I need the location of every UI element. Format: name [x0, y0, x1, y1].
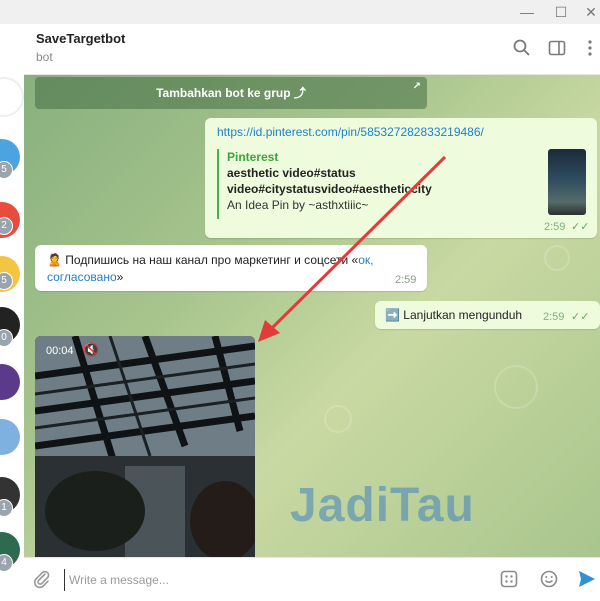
message-time: 2:59 [395, 274, 417, 286]
unread-badge: 4 [0, 554, 13, 572]
incoming-message: 🙎 Подпишись на наш канал про маркетинг и… [35, 245, 427, 291]
right-arrow-emoji-icon: ➡️ [385, 308, 400, 322]
link-preview[interactable]: Pinterest aesthetic video#status video#c… [217, 149, 537, 219]
dialog-avatar[interactable] [0, 419, 20, 455]
incoming-message-text: 🙎 Подпишись на наш канал про маркетинг и… [47, 252, 407, 286]
watermark-logo: JadiTau [290, 479, 475, 532]
add-bot-label: Tambahkan bot ke grup ⤴ [156, 86, 306, 100]
outgoing-message-continue: ➡️ Lanjutkan mengunduh 2:59 ✓✓ [375, 301, 600, 329]
chat-subtitle: bot [36, 50, 53, 64]
more-icon[interactable] [580, 38, 600, 58]
commands-icon[interactable] [499, 569, 519, 589]
person-emoji-icon: 🙎 [47, 253, 62, 267]
preview-site: Pinterest [227, 150, 279, 164]
wallpaper-doodle [544, 245, 570, 271]
search-icon[interactable] [512, 38, 532, 58]
preview-title: aesthetic video#status video#citystatusv… [227, 166, 432, 196]
attach-icon[interactable] [32, 569, 52, 589]
dialog-list: 5 2 5 0 1 4 [0, 24, 25, 600]
dialog-avatar[interactable] [0, 77, 24, 117]
muted-sound-icon[interactable]: 🔇 [83, 342, 99, 358]
video-frame [35, 336, 255, 557]
message-text: Подпишись на наш канал про маркетинг и с… [65, 253, 359, 267]
wallpaper-doodle [494, 365, 538, 409]
pinterest-link[interactable]: https://id.pinterest.com/pin/58532728283… [217, 125, 484, 139]
video-message[interactable]: 00:04 🔇 [35, 336, 255, 557]
chat-area: Tambahkan bot ke grup ⤴ ↗ https://id.pin… [24, 75, 600, 557]
outgoing-message-link: https://id.pinterest.com/pin/58532728283… [205, 118, 597, 238]
read-ticks-icon: ✓✓ [571, 221, 590, 233]
sidebar-toggle-icon[interactable] [547, 38, 567, 58]
maximize-button[interactable]: ☐ [552, 3, 570, 21]
send-icon[interactable] [577, 569, 597, 589]
wallpaper-doodle [324, 405, 352, 433]
add-bot-to-group-button[interactable]: Tambahkan bot ke grup ⤴ ↗ [35, 77, 427, 109]
emoji-icon[interactable] [539, 569, 559, 589]
compose-bar [24, 557, 600, 601]
preview-thumbnail[interactable] [548, 149, 586, 215]
close-button[interactable]: ✕ [582, 3, 600, 21]
video-duration: 00:04 [46, 345, 74, 357]
unread-badge: 1 [0, 499, 13, 517]
message-input[interactable] [64, 569, 491, 591]
read-ticks-icon: ✓✓ [571, 311, 590, 323]
message-time: 2:59 [543, 311, 565, 323]
continue-text: Lanjutkan mengunduh [403, 308, 523, 322]
message-text-end: » [116, 270, 124, 284]
unread-badge: 5 [0, 161, 13, 179]
external-arrow-icon: ↗ [412, 81, 421, 92]
dialog-avatar[interactable] [0, 364, 20, 400]
window-titlebar: — ☐ ✕ [0, 0, 600, 24]
unread-badge: 0 [0, 329, 13, 347]
chat-title[interactable]: SaveTargetbot [36, 31, 125, 46]
minimize-button[interactable]: — [518, 3, 536, 21]
message-time: 2:59 [544, 221, 566, 233]
continue-message: ➡️ Lanjutkan mengunduh [385, 308, 522, 322]
chat-header: SaveTargetbot bot [24, 24, 600, 75]
preview-description: An Idea Pin by ~asthxtiiic~ [227, 198, 369, 212]
